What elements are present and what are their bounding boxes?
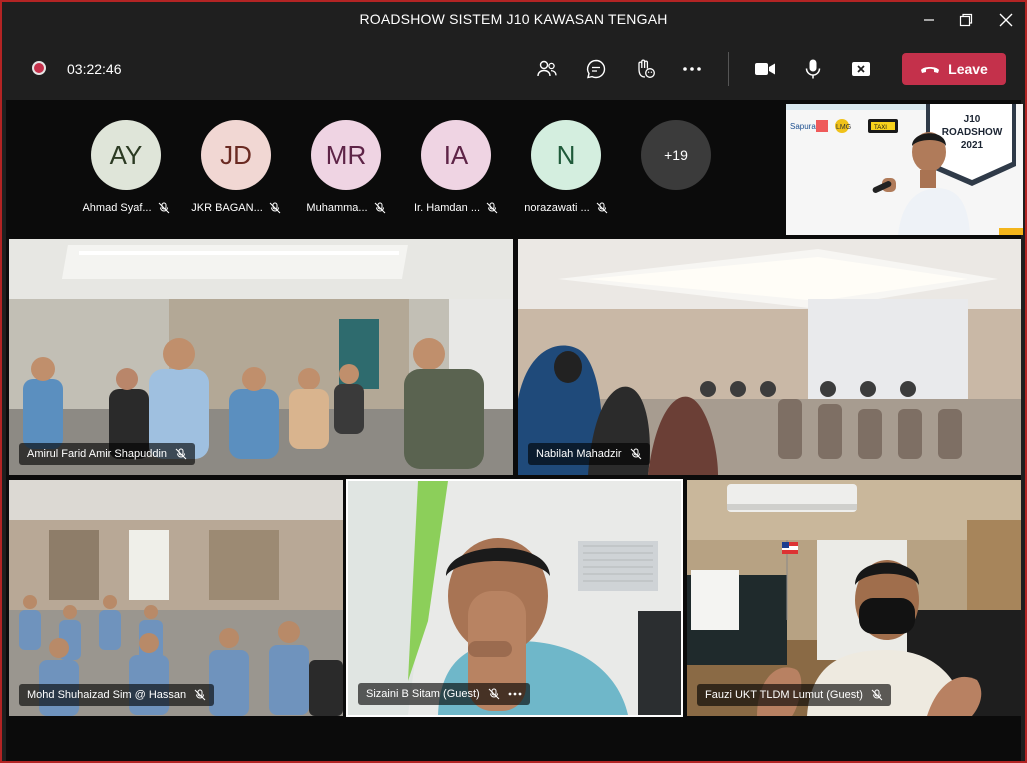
participant-nameplate: Amirul Farid Amir Shapuddin xyxy=(19,443,196,465)
participant-name: JKR BAGAN... xyxy=(191,202,263,214)
mic-icon xyxy=(805,59,821,79)
participants-button[interactable] xyxy=(533,55,561,83)
leave-button[interactable]: Leave xyxy=(902,53,1006,85)
close-icon xyxy=(999,13,1013,27)
participant-video xyxy=(9,480,343,716)
more-participants-button[interactable]: +19 xyxy=(621,120,731,190)
participant-video xyxy=(348,481,681,715)
more-options-icon[interactable] xyxy=(508,688,522,700)
people-icon xyxy=(537,60,557,77)
sponsor-logo: Sapura xyxy=(790,122,816,131)
participant-name: Amirul Farid Amir Shapuddin xyxy=(27,448,168,460)
raise-hand-icon xyxy=(638,59,655,78)
sponsor-logo: LMG xyxy=(836,124,851,131)
participant-nameplate: Mohd Shuhaizad Sim @ Hassan xyxy=(19,684,215,706)
video-tile[interactable]: Mohd Shuhaizad Sim @ Hassan xyxy=(9,480,343,716)
mic-off-icon xyxy=(488,688,500,700)
participant-video xyxy=(687,480,1021,716)
shared-content-preview[interactable]: Sapura LMG TAXI J10 ROADSHOW 2021 xyxy=(786,104,1023,235)
title-bar: ROADSHOW SISTEM J10 KAWASAN TENGAH xyxy=(0,0,1027,38)
mic-off-icon xyxy=(175,448,187,460)
toolbar-divider xyxy=(728,52,729,86)
participant-avatar[interactable]: N norazawati ... xyxy=(511,120,621,214)
mic-off-icon xyxy=(269,202,281,214)
mic-off-icon xyxy=(630,448,641,460)
window-title: ROADSHOW SISTEM J10 KAWASAN TENGAH xyxy=(359,11,668,27)
more-icon xyxy=(683,67,701,71)
banner-text: J10 xyxy=(964,114,981,125)
more-participants-count: +19 xyxy=(641,120,711,190)
microphone-button[interactable] xyxy=(799,55,827,83)
minimize-icon xyxy=(924,19,934,21)
stop-sharing-button[interactable] xyxy=(847,55,875,83)
banner-text: ROADSHOW xyxy=(942,127,1003,138)
sponsor-logo: TAXI xyxy=(874,125,887,131)
participant-name: Fauzi UKT TLDM Lumut (Guest) xyxy=(705,689,863,701)
avatar: N xyxy=(531,120,601,190)
participant-name: Mohd Shuhaizad Sim @ Hassan xyxy=(27,689,187,701)
minimize-button[interactable] xyxy=(914,8,944,32)
more-actions-button[interactable] xyxy=(678,55,706,83)
mic-off-icon xyxy=(596,202,608,214)
participant-name: Sizaini B Sitam (Guest) xyxy=(366,688,480,700)
mic-off-icon xyxy=(374,202,385,214)
video-tile-active[interactable]: Sizaini B Sitam (Guest) xyxy=(346,479,683,717)
participant-name: Ir. Hamdan ... xyxy=(413,202,481,214)
participant-name: norazawati ... xyxy=(524,202,590,214)
participant-name: Nabilah Mahadzir xyxy=(536,448,622,460)
video-tile[interactable]: Nabilah Mahadzir xyxy=(518,239,1021,475)
avatar: AY xyxy=(91,120,161,190)
hang-up-icon xyxy=(921,67,940,73)
avatar: IA xyxy=(421,120,491,190)
meeting-stage: AY Ahmad Syaf... JD JKR BAGAN... MR Muha… xyxy=(6,100,1023,763)
participant-nameplate: Nabilah Mahadzir xyxy=(528,443,650,465)
avatar: MR xyxy=(311,120,381,190)
maximize-button[interactable] xyxy=(951,8,981,32)
video-tile[interactable]: Fauzi UKT TLDM Lumut (Guest) xyxy=(687,480,1021,716)
mic-off-icon xyxy=(871,689,883,701)
reactions-button[interactable] xyxy=(631,55,659,83)
camera-icon xyxy=(755,63,775,75)
participant-nameplate: Fauzi UKT TLDM Lumut (Guest) xyxy=(697,684,891,706)
camera-button[interactable] xyxy=(751,55,779,83)
chat-button[interactable] xyxy=(582,55,610,83)
leave-label: Leave xyxy=(948,61,988,77)
participant-name: Muhamma... xyxy=(306,202,368,214)
participant-avatar[interactable]: AY Ahmad Syaf... xyxy=(71,120,181,214)
mic-off-icon xyxy=(158,202,169,214)
video-tile[interactable]: Amirul Farid Amir Shapuddin xyxy=(9,239,513,475)
banner-text: 2021 xyxy=(961,140,984,151)
restore-icon xyxy=(959,13,973,27)
participant-video xyxy=(518,239,1021,475)
participant-avatar[interactable]: IA Ir. Hamdan ... xyxy=(401,120,511,214)
participant-avatar[interactable]: JD JKR BAGAN... xyxy=(181,120,291,214)
avatar: JD xyxy=(201,120,271,190)
meeting-toolbar: 03:22:46 Leave xyxy=(6,38,1021,100)
participant-avatar[interactable]: MR Muhamma... xyxy=(291,120,401,214)
participant-name: Ahmad Syaf... xyxy=(82,202,152,214)
participant-nameplate: Sizaini B Sitam (Guest) xyxy=(358,683,530,705)
mic-off-icon xyxy=(194,689,206,701)
participant-video xyxy=(9,239,513,475)
share-icon xyxy=(852,62,870,76)
chat-icon xyxy=(586,59,606,79)
mic-off-icon xyxy=(486,202,498,214)
meeting-timer: 03:22:46 xyxy=(67,61,122,77)
close-button[interactable] xyxy=(991,8,1021,32)
recording-indicator-icon xyxy=(32,61,46,75)
presenter-video: Sapura LMG TAXI J10 ROADSHOW 2021 xyxy=(786,104,1023,235)
